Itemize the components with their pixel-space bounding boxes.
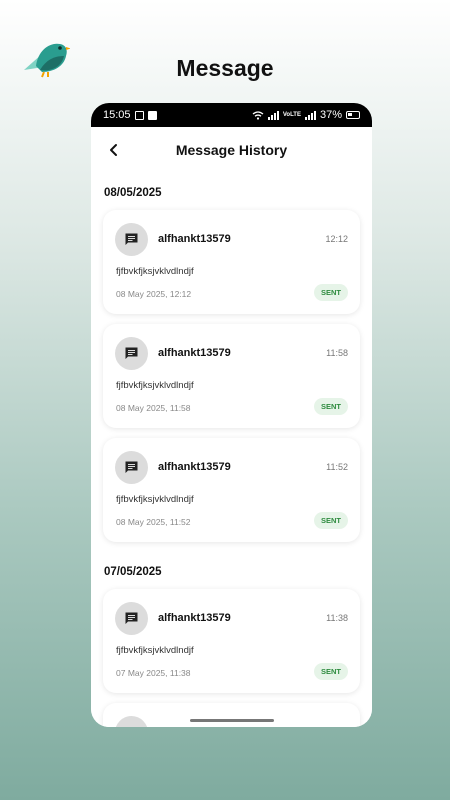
status-badge: SENT — [313, 663, 348, 680]
message-body: fjfbvkfjksjvklvdlndjf — [116, 380, 194, 391]
battery-percent: 37% — [319, 109, 342, 121]
wifi-icon — [252, 110, 264, 120]
signal-icon — [267, 110, 279, 120]
message-timestamp: 08 May 2025, 12:12 — [116, 289, 192, 299]
signal-2-icon — [304, 110, 316, 120]
status-bar: 15:05 VoLTE 37% — [91, 103, 372, 127]
message-list[interactable]: 08/05/2025 alfhankt13579 12:12 fjfbvkfjk… — [91, 173, 372, 727]
message-body: fjfbvkfjksjvklvdlndjf — [116, 266, 194, 277]
message-icon — [115, 337, 148, 370]
battery-icon — [346, 111, 360, 119]
message-body: fjfbvkfjksjvklvdlndjf — [116, 645, 194, 656]
message-body: fjfbvkfjksjvklvdlndjf — [116, 494, 194, 505]
date-header: 07/05/2025 — [104, 566, 162, 578]
sender-name: alfhankt13579 — [158, 461, 231, 473]
message-timestamp: 08 May 2025, 11:58 — [116, 403, 191, 413]
message-icon — [115, 451, 148, 484]
message-icon — [115, 602, 148, 635]
message-time: 11:52 — [326, 462, 348, 472]
arrow-back-icon[interactable] — [105, 139, 125, 161]
phone-screen: 15:05 VoLTE 37% Message History 08/05/20… — [91, 103, 372, 727]
message-card[interactable]: alfhankt13579 12:12 fjfbvkfjksjvklvdlndj… — [103, 210, 360, 314]
message-time: 11:58 — [326, 348, 348, 358]
message-time: 12:12 — [325, 234, 348, 244]
message-icon — [115, 716, 148, 727]
message-card[interactable] — [103, 703, 360, 727]
check-notification-icon — [147, 110, 157, 120]
app-bar: Message History — [91, 127, 372, 173]
message-time: 11:38 — [326, 613, 348, 623]
promo-title: Message — [176, 55, 274, 81]
message-card[interactable]: alfhankt13579 11:52 fjfbvkfjksjvklvdlndj… — [103, 438, 360, 542]
sender-name: alfhankt13579 — [158, 233, 231, 245]
status-time: 15:05 — [103, 109, 131, 121]
date-header: 08/05/2025 — [104, 187, 162, 199]
network-type: VoLTE — [282, 112, 301, 118]
message-card[interactable]: alfhankt13579 11:58 fjfbvkfjksjvklvdlndj… — [103, 324, 360, 428]
sender-name: alfhankt13579 — [158, 347, 231, 359]
message-icon — [115, 223, 148, 256]
status-badge: SENT — [313, 512, 348, 529]
home-indicator[interactable] — [190, 719, 274, 722]
status-badge: SENT — [313, 398, 348, 415]
status-badge: SENT — [313, 284, 348, 301]
sender-name: alfhankt13579 — [158, 612, 231, 624]
message-timestamp: 07 May 2025, 11:38 — [116, 668, 191, 678]
gallery-notification-icon — [134, 110, 144, 120]
page-title: Message History — [175, 142, 288, 158]
message-timestamp: 08 May 2025, 11:52 — [116, 517, 191, 527]
message-card[interactable]: alfhankt13579 11:38 fjfbvkfjksjvklvdlndj… — [103, 589, 360, 693]
